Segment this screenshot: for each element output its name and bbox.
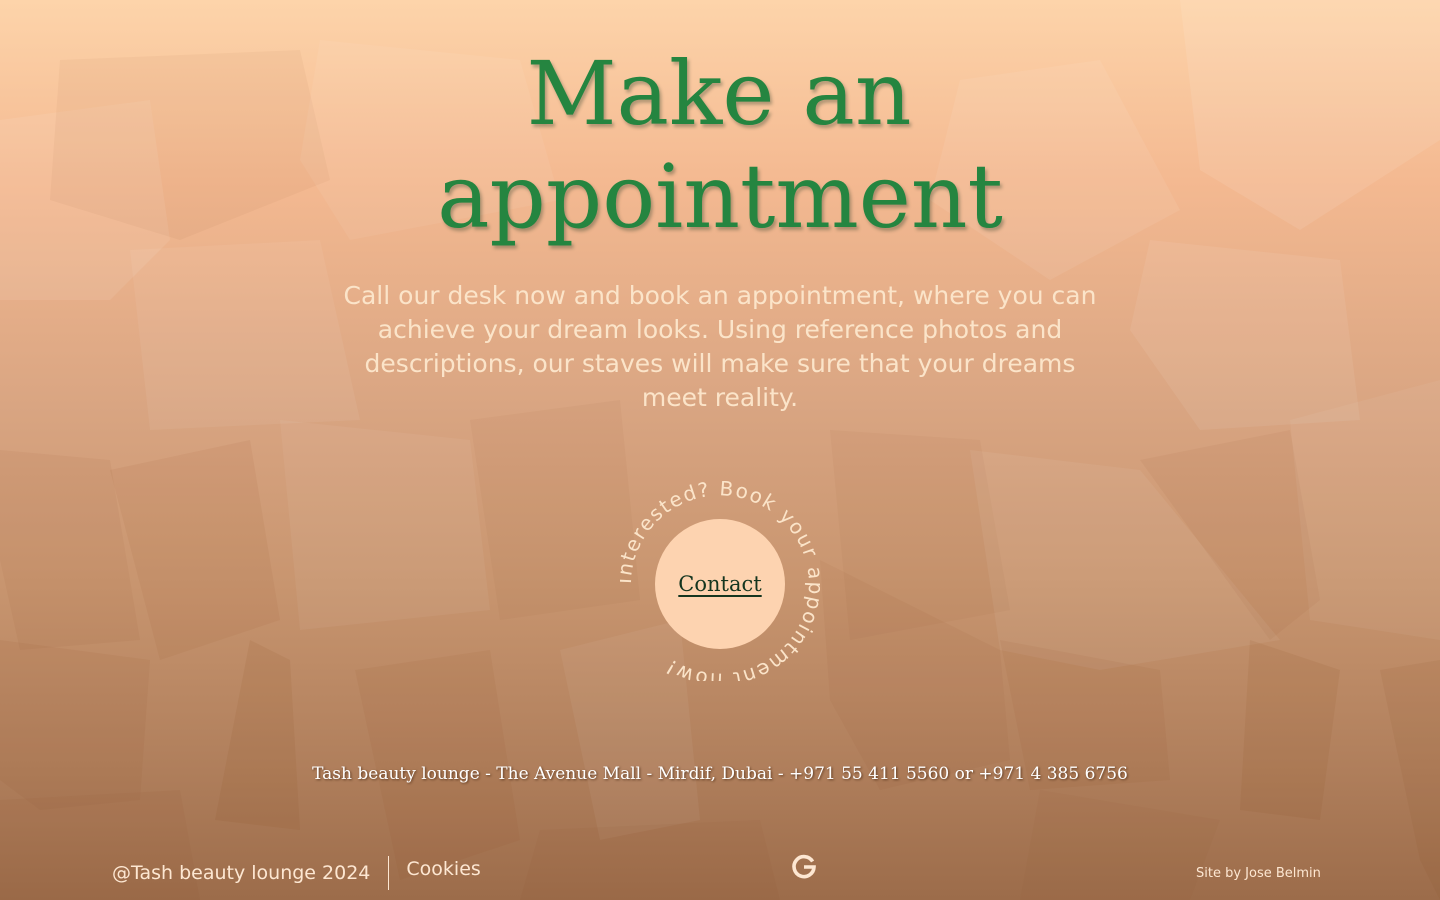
site-credit: Site by Jose Belmin [1196, 866, 1321, 881]
page-title-line-1: Make an [526, 42, 912, 145]
google-icon[interactable] [791, 854, 817, 880]
appointment-description: Call our desk now and book an appointmen… [343, 281, 1097, 412]
address-line: Tash beauty lounge - The Avenue Mall - M… [312, 764, 1128, 784]
footer-divider [388, 856, 390, 890]
page-title-line-2: appointment [437, 145, 1003, 248]
cookies-link[interactable]: Cookies [406, 858, 480, 880]
contact-button-label: Contact [678, 572, 762, 596]
page-title: Make an appointment [0, 42, 1440, 248]
contact-button[interactable]: Contact [655, 519, 785, 649]
footer-left: @Tash beauty lounge 2024 Cookies [112, 855, 481, 891]
contact-cta: Interested? Book your appointment now! C… [620, 481, 820, 681]
copyright-text: @Tash beauty lounge 2024 [112, 862, 371, 884]
